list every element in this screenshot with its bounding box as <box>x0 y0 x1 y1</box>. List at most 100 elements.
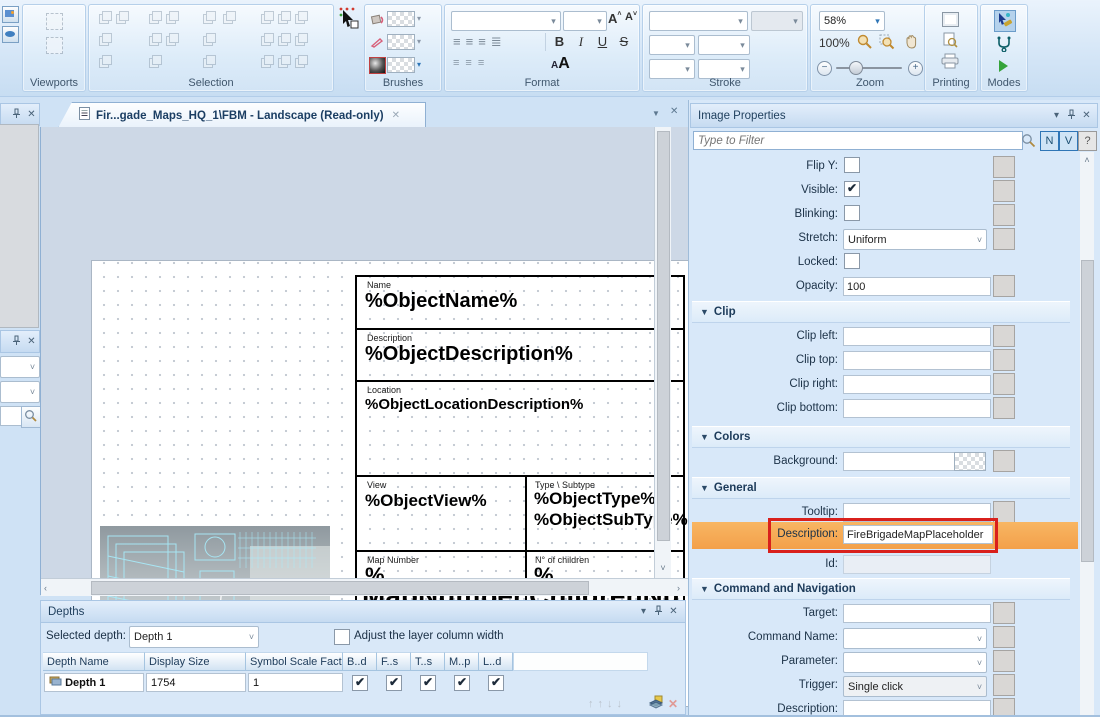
properties-scrollbar[interactable]: ˄ <box>1080 152 1094 715</box>
selected-depth-combo[interactable]: Depth 1˅ <box>129 626 259 648</box>
run-mode-button[interactable] <box>999 60 1008 72</box>
properties-scrollbar-thumb[interactable] <box>1081 260 1094 562</box>
background-brush-swatch[interactable] <box>387 57 415 73</box>
zoom-decrease-button[interactable]: − <box>817 61 832 76</box>
search-icon[interactable] <box>21 406 41 428</box>
depth-row-checkbox[interactable]: ✔ <box>454 675 470 691</box>
strikethrough-button[interactable]: S <box>615 34 632 49</box>
pin-icon[interactable] <box>9 108 24 122</box>
z-order-icon[interactable] <box>295 55 308 68</box>
selection-tool-icon[interactable] <box>223 11 239 24</box>
clip-top-field[interactable] <box>843 351 991 370</box>
zoom-level-combo[interactable]: 58%▾ <box>819 11 885 31</box>
align-right-text-icon[interactable]: ≡ <box>478 34 491 49</box>
line-spacing-icon[interactable]: ≡ <box>478 57 490 69</box>
background-color-swatch[interactable] <box>954 452 986 471</box>
binding-button[interactable] <box>993 397 1015 419</box>
selection-tool-icon[interactable] <box>166 33 179 46</box>
name-filter-button[interactable]: N <box>1040 131 1059 151</box>
selection-tool-icon[interactable] <box>166 11 179 24</box>
tabwell-menu-icon[interactable]: ▼ <box>652 109 660 118</box>
image-tool-icon[interactable] <box>2 6 19 23</box>
zoom-slider-thumb[interactable] <box>849 61 863 75</box>
selection-tool-icon[interactable] <box>203 33 219 46</box>
align-center-text-icon[interactable]: ≡ <box>466 34 479 49</box>
justify-text-icon[interactable]: ≣ <box>491 34 507 49</box>
stroke-miter-combo[interactable]: ▾ <box>698 59 750 79</box>
same-size-icon[interactable] <box>295 11 308 24</box>
zoom-in-icon[interactable] <box>857 34 873 55</box>
column-header[interactable]: Display Size <box>145 652 246 671</box>
align-bottom-icon[interactable] <box>278 55 291 68</box>
align-left-text-icon[interactable]: ≡ <box>453 34 466 49</box>
viewport-add-icon[interactable] <box>46 13 63 30</box>
parameter-combo[interactable]: ˅ <box>843 652 987 673</box>
stroke-cap-combo[interactable]: ▾ <box>751 11 803 31</box>
depth-row-checkbox[interactable]: ✔ <box>352 675 368 691</box>
horizontal-scrollbar-thumb[interactable] <box>91 581 589 595</box>
column-header[interactable]: Symbol Scale Factor <box>246 652 343 671</box>
stroke-style-combo[interactable]: ▾ <box>649 11 748 31</box>
line-spacing-icon[interactable]: ≡ <box>453 57 465 69</box>
clip-right-field[interactable] <box>843 375 991 394</box>
binding-button[interactable] <box>993 650 1015 672</box>
distribute-icon[interactable] <box>295 33 308 46</box>
command-description-field[interactable] <box>843 700 991 717</box>
column-header[interactable]: B..d <box>343 652 377 671</box>
left-panel2-combo-2[interactable]: ˅ <box>0 381 40 403</box>
italic-button[interactable]: I <box>572 34 589 50</box>
binding-button[interactable] <box>993 698 1015 717</box>
print-icon[interactable] <box>940 53 960 75</box>
move-top-icon[interactable]: ↑ <box>588 698 598 710</box>
trigger-combo[interactable]: Single click˅ <box>843 676 987 697</box>
background-brush-dropdown-icon[interactable]: ▾ <box>417 60 421 69</box>
binding-button[interactable] <box>993 275 1015 297</box>
increase-font-icon[interactable]: A˄ <box>608 11 621 26</box>
clip-left-field[interactable] <box>843 327 991 346</box>
pan-hand-icon[interactable] <box>903 34 919 55</box>
font-size-combo[interactable]: ▾ <box>563 11 607 31</box>
delete-depth-icon[interactable]: ✕ <box>668 697 678 711</box>
bold-button[interactable]: B <box>551 34 568 49</box>
close-icon[interactable]: ✕ <box>24 336 39 347</box>
align-right-icon[interactable] <box>261 55 274 68</box>
decrease-font-icon[interactable]: A˅ <box>625 11 637 23</box>
selection-tool-icon[interactable] <box>203 55 219 68</box>
scroll-left-icon[interactable]: ‹ <box>44 583 47 593</box>
zoom-100-button[interactable]: 100% <box>819 36 850 50</box>
zoom-slider[interactable] <box>836 67 902 69</box>
snap-pointer-icon[interactable] <box>337 6 359 30</box>
scroll-right-icon[interactable]: › <box>677 583 680 593</box>
stroke-join-combo[interactable]: ▾ <box>649 59 695 79</box>
canvas-area[interactable]: Name %ObjectName% Description %ObjectDes… <box>40 127 689 595</box>
filter-input[interactable] <box>693 131 1023 150</box>
search-icon[interactable] <box>1021 133 1036 153</box>
print-preview-icon[interactable] <box>942 32 958 53</box>
depth-row-checkbox[interactable]: ✔ <box>488 675 504 691</box>
line-brush-dropdown-icon[interactable]: ▾ <box>417 37 421 46</box>
selection-tool-icon[interactable] <box>99 33 112 46</box>
line-brush-swatch[interactable] <box>387 34 415 50</box>
binding-button[interactable] <box>993 674 1015 696</box>
fill-brush-swatch[interactable] <box>387 11 415 27</box>
binding-button[interactable] <box>993 349 1015 371</box>
visible-checkbox[interactable]: ✔ <box>844 181 860 197</box>
binding-button[interactable] <box>993 325 1015 347</box>
section-general[interactable]: ▼General <box>692 477 1070 499</box>
move-bottom-icon[interactable]: ↓ <box>617 698 627 710</box>
selection-tool-icon[interactable] <box>149 33 162 46</box>
move-up-icon[interactable]: ↑ <box>598 698 608 710</box>
diagnostics-mode-button[interactable] <box>996 36 1012 57</box>
left-panel2-combo-1[interactable]: ˅ <box>0 356 40 378</box>
selection-tool-icon[interactable] <box>149 11 162 24</box>
gradient-brush-icon[interactable] <box>369 57 386 74</box>
font-dialog-icon[interactable]: AA <box>551 55 570 73</box>
close-icon[interactable]: ✕ <box>1079 110 1094 121</box>
selection-tool-icon[interactable] <box>116 11 129 24</box>
font-family-combo[interactable]: ▾ <box>451 11 561 31</box>
document-tab[interactable]: Fir...gade_Maps_HQ_1\FBM - Landscape (Re… <box>58 102 426 128</box>
menu-chevron-icon[interactable]: ▾ <box>1049 110 1064 121</box>
vertical-scrollbar-thumb[interactable] <box>657 131 670 541</box>
blinking-checkbox[interactable] <box>844 205 860 221</box>
depth-row-symbol-scale-cell[interactable]: 1 <box>248 673 343 692</box>
